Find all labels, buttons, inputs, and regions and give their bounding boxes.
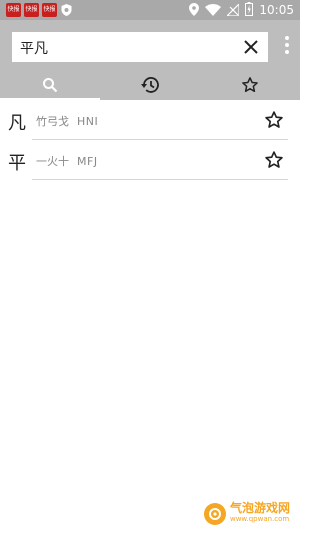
result-code: 一火十 MFJ — [36, 153, 98, 169]
notification-app-icon: 快报 — [6, 3, 21, 17]
result-list: 凡 竹弓戈 HNI 平 一火十 MFJ — [0, 100, 300, 180]
search-input[interactable]: 平凡 — [20, 38, 48, 58]
tab-favorites[interactable] — [200, 70, 300, 100]
battery-icon — [245, 1, 254, 20]
favorite-button[interactable] — [264, 110, 284, 130]
star-icon — [242, 77, 258, 93]
tab-search[interactable] — [0, 70, 100, 100]
no-signal-icon — [225, 1, 241, 20]
status-time: 10:05 — [259, 3, 294, 17]
result-character: 平 — [8, 153, 26, 174]
notification-app-icon: 快报 — [42, 3, 57, 17]
result-code-letters: MFJ — [77, 155, 98, 168]
divider — [32, 179, 288, 180]
clear-button[interactable] — [242, 38, 260, 56]
watermark: 气泡游戏网 www.qpwan.com — [203, 501, 290, 525]
list-item[interactable]: 凡 竹弓戈 HNI — [0, 100, 300, 140]
wifi-icon — [205, 1, 222, 20]
overflow-menu-button[interactable] — [282, 34, 292, 56]
watermark-title: 气泡游戏网 — [229, 501, 290, 515]
status-bar-notifications: 快报 快报 快报 — [6, 3, 72, 17]
result-character: 凡 — [8, 113, 26, 134]
close-icon — [244, 40, 258, 54]
watermark-url: www.qpwan.com — [229, 515, 290, 523]
history-icon — [141, 77, 159, 93]
tab-bar — [0, 70, 300, 100]
status-bar: 快报 快报 快报 10:05 — [0, 0, 300, 20]
status-bar-system: 10:05 — [189, 1, 294, 20]
search-icon — [43, 78, 58, 93]
result-code-letters: HNI — [77, 115, 99, 128]
result-components: 竹弓戈 — [36, 115, 69, 128]
star-outline-icon — [265, 151, 283, 168]
watermark-logo-icon — [203, 503, 226, 525]
toolbar: 平凡 — [0, 20, 300, 100]
search-box[interactable]: 平凡 — [12, 32, 268, 62]
location-icon — [189, 1, 200, 20]
result-components: 一火十 — [36, 155, 69, 168]
more-vertical-icon — [285, 36, 289, 54]
notification-app-icon: 快报 — [24, 3, 39, 17]
tab-history[interactable] — [100, 70, 200, 100]
star-outline-icon — [265, 111, 283, 128]
favorite-button[interactable] — [264, 150, 284, 170]
shield-icon — [60, 3, 72, 17]
result-code: 竹弓戈 HNI — [36, 113, 98, 129]
list-item[interactable]: 平 一火十 MFJ — [0, 140, 300, 180]
